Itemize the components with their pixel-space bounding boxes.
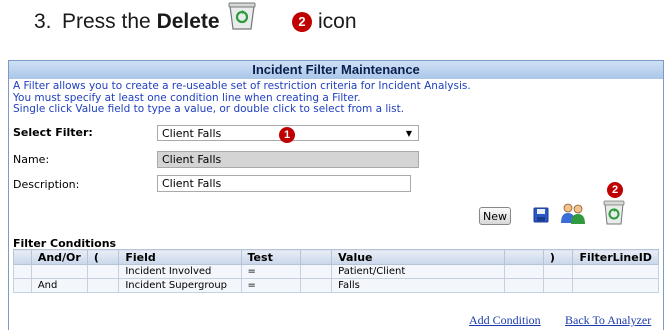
recycle-bin-icon <box>228 2 256 30</box>
column-header <box>13 249 32 265</box>
table-cell[interactable]: Incident Supergroup <box>118 278 242 293</box>
table-cell[interactable] <box>572 264 659 279</box>
recycle-bin-icon[interactable] <box>601 199 627 225</box>
step-bold-word: Delete <box>156 10 220 33</box>
step-suffix: icon <box>318 10 357 33</box>
table-cell[interactable] <box>30 264 88 279</box>
chevron-down-icon: ▼ <box>405 129 412 138</box>
description-label: Description: <box>13 178 80 191</box>
name-field[interactable] <box>157 151 419 168</box>
column-header <box>299 249 333 265</box>
column-header: And/Or <box>30 249 88 265</box>
table-cell[interactable] <box>542 264 574 279</box>
select-filter-value: Client Falls <box>162 127 222 140</box>
callout-badge-2: 2 <box>607 182 623 198</box>
select-filter-label: Select Filter: <box>13 126 93 139</box>
table-cell[interactable] <box>13 264 32 279</box>
table-cell[interactable]: Falls <box>331 278 505 293</box>
column-header: ) <box>542 249 574 265</box>
step-text: Press the Delete <box>62 10 220 34</box>
description-field[interactable] <box>157 175 411 192</box>
table-cell[interactable]: Patient/Client <box>331 264 505 279</box>
table-row[interactable]: And Incident Supergroup = Falls <box>13 278 659 293</box>
column-header: ( <box>86 249 120 265</box>
step-number: 3. <box>34 10 52 33</box>
new-button[interactable]: New <box>479 207 511 225</box>
step-prefix: Press the <box>62 10 151 33</box>
table-cell[interactable] <box>13 278 32 293</box>
table-cell[interactable] <box>572 278 659 293</box>
table-cell[interactable]: = <box>240 278 301 293</box>
name-label: Name: <box>13 153 50 166</box>
table-cell[interactable] <box>86 278 120 293</box>
column-header: Test <box>240 249 301 265</box>
table-header-row: And/Or ( Field Test Value ) FilterLineID <box>13 249 659 265</box>
panel-title: Incident Filter Maintenance <box>9 61 663 79</box>
column-header: FilterLineID <box>572 249 659 265</box>
table-cell[interactable]: = <box>240 264 301 279</box>
table-cell[interactable] <box>503 264 544 279</box>
column-header: Value <box>331 249 505 265</box>
incident-filter-panel: Incident Filter Maintenance A Filter all… <box>8 60 664 330</box>
info-text: A Filter allows you to create a re-useab… <box>13 80 471 116</box>
table-cell[interactable]: Incident Involved <box>118 264 242 279</box>
instruction-line: 3. Press the Delete 2 icon <box>0 0 670 56</box>
table-cell[interactable] <box>503 278 544 293</box>
column-header <box>503 249 544 265</box>
callout-badge-1: 1 <box>279 127 295 143</box>
table-cell[interactable] <box>542 278 574 293</box>
table-cell[interactable] <box>86 264 120 279</box>
step-badge: 2 <box>292 12 312 32</box>
back-to-analyzer-link[interactable]: Back To Analyzer <box>565 313 651 328</box>
users-icon[interactable] <box>559 201 587 225</box>
add-condition-link[interactable]: Add Condition <box>469 313 541 328</box>
floppy-disk-icon[interactable] <box>533 207 549 223</box>
info-line: A Filter allows you to create a re-useab… <box>13 80 471 92</box>
table-cell[interactable] <box>299 264 333 279</box>
table-cell[interactable] <box>299 278 333 293</box>
table-cell[interactable]: And <box>30 278 88 293</box>
column-header: Field <box>118 249 242 265</box>
info-line: Single click Value field to type a value… <box>13 103 405 115</box>
filter-conditions-table: And/Or ( Field Test Value ) FilterLineID… <box>13 249 659 293</box>
table-row[interactable]: Incident Involved = Patient/Client <box>13 264 659 279</box>
